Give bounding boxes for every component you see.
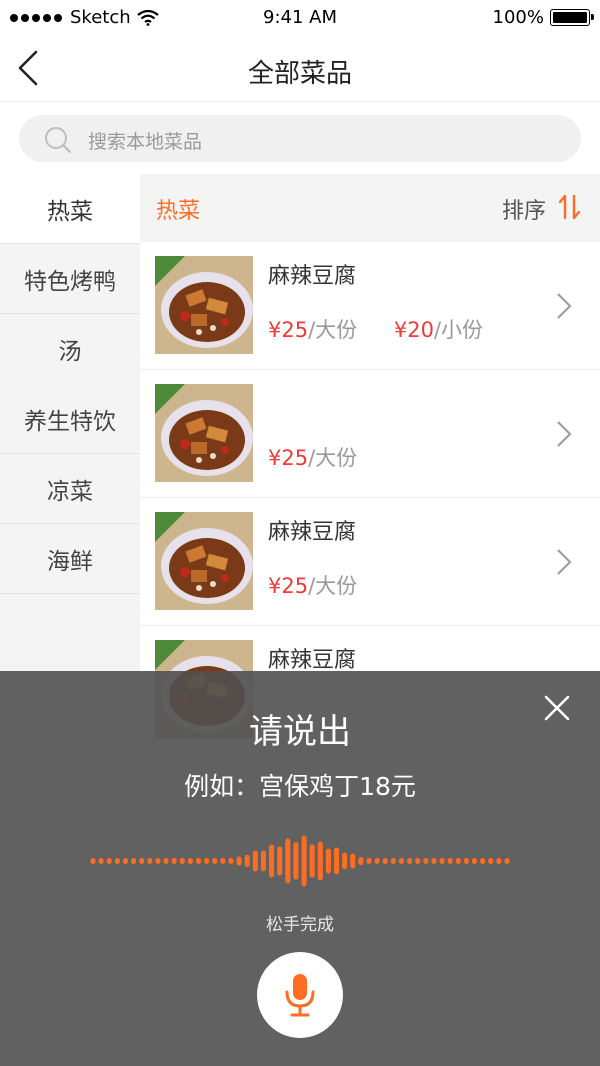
category-header: 热菜 排序 [140, 174, 600, 242]
search-input[interactable]: 搜索本地菜品 [19, 115, 581, 162]
dish-prices: ¥25/大份 [268, 442, 357, 472]
battery-percent: 100% [492, 7, 544, 28]
dish-item[interactable]: 麻辣豆腐 ¥25/大份 [140, 498, 600, 626]
dish-prices: ¥25/大份 ¥20/小份 [268, 314, 483, 344]
sidebar-item-hot-dishes[interactable]: 热菜 [0, 174, 140, 244]
unit-large: /大份 [308, 574, 358, 598]
voice-waveform-icon [90, 835, 510, 887]
sidebar-item-cold-dishes[interactable]: 凉菜 [0, 454, 140, 524]
voice-input-overlay: 请说出 例如：宫保鸡丁18元 松手完成 [0, 671, 600, 1066]
search-icon [45, 127, 72, 154]
sidebar-item-soup[interactable]: 汤 [0, 314, 140, 384]
release-hint: 松手完成 [266, 915, 334, 935]
microphone-icon [285, 974, 315, 1017]
microphone-button[interactable] [257, 952, 343, 1038]
battery-icon [550, 9, 594, 26]
unit-large: /大份 [308, 318, 358, 342]
page-title: 全部菜品 [247, 59, 352, 89]
search-placeholder: 搜索本地菜品 [88, 131, 203, 153]
sort-icon[interactable] [558, 194, 582, 220]
chevron-right-icon [557, 293, 571, 319]
dish-item[interactable]: ¥25/大份 [140, 370, 600, 498]
dish-item[interactable]: 麻辣豆腐 ¥25/大份 ¥20/小份 [140, 242, 600, 370]
dish-name: 麻辣豆腐 [268, 520, 357, 545]
sort-button[interactable]: 排序 [502, 193, 546, 225]
price-small: ¥20 [393, 318, 434, 342]
dish-name: 麻辣豆腐 [268, 648, 357, 673]
sidebar-item-drinks[interactable]: 养生特饮 [0, 384, 140, 454]
chevron-right-icon [557, 421, 571, 447]
nav-bar: 全部菜品 [0, 36, 600, 102]
price-large: ¥25 [268, 318, 309, 342]
price-large: ¥25 [268, 574, 309, 598]
unit-large: /大份 [308, 446, 358, 470]
dish-photo [155, 384, 253, 482]
unit-small: /小份 [433, 318, 484, 342]
price-large: ¥25 [268, 446, 309, 470]
dish-photo [155, 256, 253, 354]
sidebar-item-seafood[interactable]: 海鲜 [0, 524, 140, 594]
category-title: 热菜 [156, 199, 201, 224]
status-bar: Sketch 9:41 AM 100% [0, 0, 600, 36]
voice-example-text: 例如：宫保鸡丁18元 [184, 772, 416, 801]
dish-photo [155, 512, 253, 610]
dish-prices: ¥25/大份 [268, 570, 357, 600]
sidebar-item-roast-duck[interactable]: 特色烤鸭 [0, 244, 140, 314]
voice-prompt-title: 请说出 [249, 712, 351, 752]
dish-name: 麻辣豆腐 [268, 264, 357, 289]
chevron-right-icon [557, 549, 571, 575]
status-right: 100% [492, 7, 594, 28]
